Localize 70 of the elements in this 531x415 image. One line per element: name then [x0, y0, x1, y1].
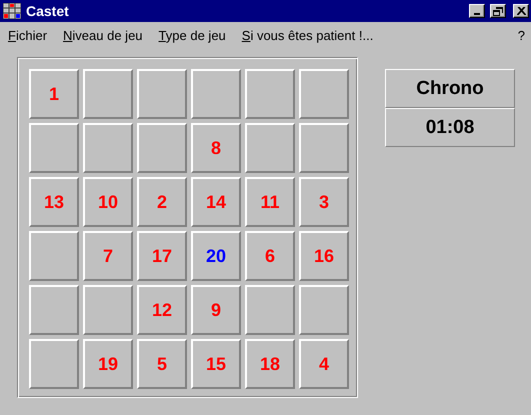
board-tile[interactable]: [29, 339, 79, 389]
board-tile[interactable]: [191, 69, 241, 119]
board-tile[interactable]: [245, 69, 295, 119]
tile-number: 8: [210, 138, 221, 158]
board-tile[interactable]: [299, 285, 349, 335]
restore-icon: [493, 6, 503, 16]
board-tile[interactable]: 20: [191, 231, 241, 281]
board-tile[interactable]: 13: [29, 177, 79, 227]
tile-number: 2: [156, 192, 167, 212]
chrono-label: Chrono: [385, 69, 515, 108]
board-tile[interactable]: [29, 285, 79, 335]
board-tile[interactable]: 1: [29, 69, 79, 119]
close-button[interactable]: [513, 4, 529, 18]
tile-number: 15: [206, 354, 226, 374]
board-tile[interactable]: 10: [83, 177, 133, 227]
board-tile[interactable]: [299, 123, 349, 173]
tile-number: 6: [264, 246, 275, 266]
board-tile[interactable]: 12: [137, 285, 187, 335]
board-tile[interactable]: [245, 123, 295, 173]
board-tile[interactable]: 9: [191, 285, 241, 335]
board-tile[interactable]: 7: [83, 231, 133, 281]
board-tile[interactable]: [137, 123, 187, 173]
board-tile[interactable]: 11: [245, 177, 295, 227]
tile-number: 4: [318, 354, 329, 374]
board-tile[interactable]: 16: [299, 231, 349, 281]
tile-number: 9: [210, 300, 221, 320]
tile-number: 10: [98, 192, 118, 212]
menu-item[interactable]: Type de jeu: [158, 28, 226, 42]
board-tile[interactable]: 2: [137, 177, 187, 227]
tile-number: 17: [152, 246, 172, 266]
board-tile[interactable]: 19: [83, 339, 133, 389]
minimize-button[interactable]: [469, 4, 485, 18]
menu-item[interactable]: Fichier: [8, 28, 48, 42]
board-tile[interactable]: 3: [299, 177, 349, 227]
board-tile[interactable]: 8: [191, 123, 241, 173]
board-tile[interactable]: [299, 69, 349, 119]
tile-number: 13: [44, 192, 64, 212]
window-title: Castet: [26, 3, 70, 19]
menu-item[interactable]: Niveau de jeu: [63, 28, 143, 42]
tile-number: 18: [260, 354, 280, 374]
tile-number: 12: [152, 300, 172, 320]
tile-number: 11: [260, 192, 280, 212]
tile-number: 20: [206, 246, 226, 266]
board-tile[interactable]: [83, 123, 133, 173]
tile-number: 16: [314, 246, 334, 266]
tile-number: 7: [102, 246, 113, 266]
tile-number: 5: [156, 354, 167, 374]
help-menu[interactable]: ?: [518, 28, 525, 42]
tile-number: 1: [48, 84, 59, 104]
menu-item[interactable]: Si vous êtes patient !...: [242, 28, 374, 42]
restore-button[interactable]: [490, 4, 506, 18]
board-tile[interactable]: [137, 69, 187, 119]
board-tile[interactable]: 5: [137, 339, 187, 389]
tile-number: 14: [206, 192, 226, 212]
board-tile[interactable]: 14: [191, 177, 241, 227]
board-tile[interactable]: 18: [245, 339, 295, 389]
board-tile[interactable]: 4: [299, 339, 349, 389]
board-tile[interactable]: 6: [245, 231, 295, 281]
board-tile[interactable]: [83, 69, 133, 119]
board-tile[interactable]: 17: [137, 231, 187, 281]
board-tile[interactable]: [83, 285, 133, 335]
tile-number: 3: [318, 192, 329, 212]
board-tile[interactable]: 15: [191, 339, 241, 389]
grid-icon: [3, 3, 21, 19]
board-tile[interactable]: [29, 123, 79, 173]
close-icon: [516, 7, 526, 15]
chrono-time: 01:08: [385, 108, 515, 147]
board-tile[interactable]: [245, 285, 295, 335]
board-tile[interactable]: [29, 231, 79, 281]
tile-number: 19: [98, 354, 118, 374]
